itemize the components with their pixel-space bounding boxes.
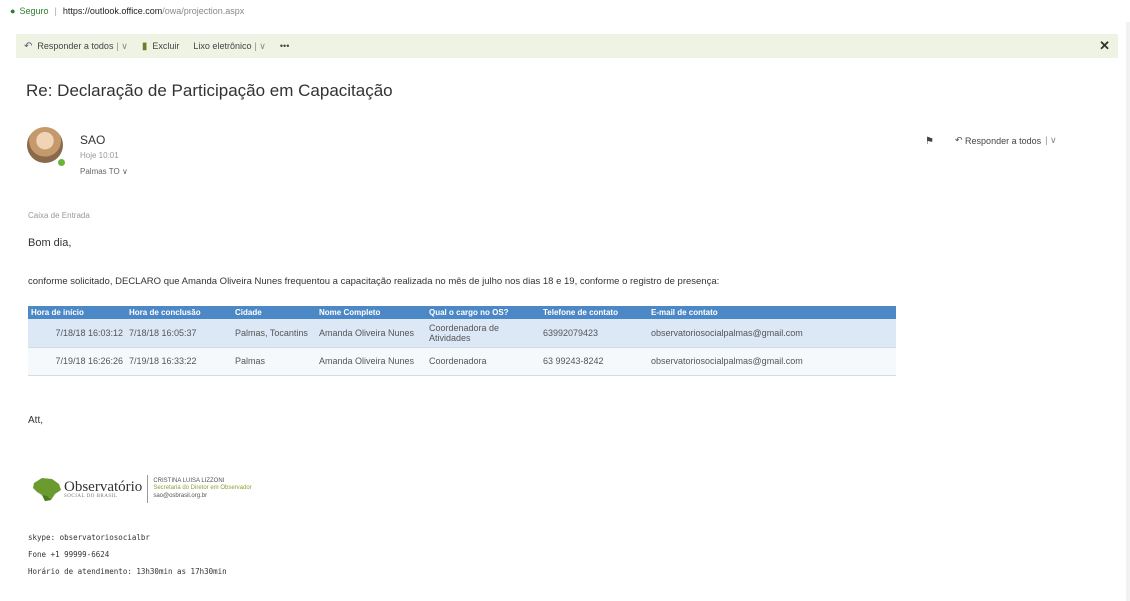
table-header-row: Hora de início Hora de conclusão Cidade … bbox=[28, 306, 896, 319]
signature-info: CRISTINA LUISA LIZZONI Secretaria do Dir… bbox=[153, 478, 251, 501]
close-icon[interactable]: ✕ bbox=[1099, 38, 1110, 54]
brazil-map-icon bbox=[33, 478, 61, 501]
header-phone: Telefone de contato bbox=[540, 306, 648, 319]
scrollbar[interactable] bbox=[1126, 22, 1130, 601]
presence-icon bbox=[57, 158, 66, 167]
table-cell: Palmas, Tocantins bbox=[232, 319, 316, 348]
signature-divider bbox=[147, 475, 149, 503]
address-separator: | bbox=[54, 6, 57, 16]
header-role: Qual o cargo no OS? bbox=[426, 306, 540, 319]
chevron-down-icon[interactable]: ∨ bbox=[122, 167, 128, 176]
signature-hours: Horário de atendimento: 13h30min as 17h3… bbox=[28, 567, 227, 576]
header-city: Cidade bbox=[232, 306, 316, 319]
signature-block: Observatório SOCIAL DO BRASIL CRISTINA L… bbox=[30, 475, 252, 503]
table-cell: Amanda Oliveira Nunes bbox=[316, 319, 426, 348]
table-row: 7/18/18 16:03:12 7/18/18 16:05:37 Palmas… bbox=[28, 319, 896, 348]
chevron-down-icon[interactable]: | ∨ bbox=[254, 41, 265, 52]
signature-skype: skype: observatoriosocialbr bbox=[28, 533, 150, 542]
signature-email[interactable]: sao@osbrasil.org.br bbox=[153, 493, 251, 501]
table-cell: 7/19/18 16:26:26 bbox=[28, 347, 126, 376]
address-bar[interactable]: ● Seguro | https://outlook.office.com/ow… bbox=[0, 0, 1130, 22]
reply-all-message-label: Responder a todos bbox=[965, 135, 1042, 146]
closing-text: Att, bbox=[28, 415, 44, 426]
reply-all-icon: ↶ bbox=[24, 40, 33, 52]
delete-label: Excluir bbox=[152, 41, 180, 51]
flag-icon[interactable]: ⚑ bbox=[925, 136, 934, 147]
table-cell: 7/19/18 16:33:22 bbox=[126, 347, 232, 376]
lock-icon: ● bbox=[10, 6, 16, 16]
reply-all-icon: ↶ bbox=[955, 135, 966, 145]
table-cell: 7/18/18 16:05:37 bbox=[126, 319, 232, 348]
chevron-down-icon[interactable]: | ∨ bbox=[1045, 135, 1056, 146]
table-cell: Coordenadora bbox=[426, 347, 540, 376]
greeting-text: Bom dia, bbox=[28, 237, 72, 249]
signature-role: Secretaria do Diretor em Observador bbox=[153, 485, 252, 492]
chevron-down-icon[interactable]: | ∨ bbox=[116, 41, 127, 52]
table-cell: 63992079423 bbox=[540, 319, 648, 348]
signature-brand: Observatório bbox=[64, 478, 143, 495]
trash-icon: ▮ bbox=[141, 40, 148, 52]
reply-all-message-button[interactable]: ↶ Responder a todos | ∨ bbox=[955, 135, 1057, 146]
signature-logo: Observatório SOCIAL DO BRASIL bbox=[30, 475, 142, 503]
junk-label: Lixo eletrônico bbox=[193, 41, 252, 51]
signature-phone: Fone +1 99999-6624 bbox=[28, 550, 110, 559]
body-text: conforme solicitado, DECLARO que Amanda … bbox=[28, 276, 720, 287]
table-cell: Coordenadora de Atividades bbox=[426, 319, 540, 348]
signature-name: CRISTINA LUISA LIZZONI bbox=[153, 477, 225, 484]
recipient-name[interactable]: Palmas TO bbox=[80, 167, 120, 176]
junk-button[interactable]: Lixo eletrônico | ∨ bbox=[193, 41, 265, 52]
table-cell: observatoriosocialpalmas@gmail.com bbox=[648, 347, 896, 376]
command-bar: ↶ Responder a todos | ∨ ▮ Excluir Lixo e… bbox=[16, 34, 1118, 58]
recipient: Palmas TO ∨ bbox=[80, 167, 128, 176]
url-path: /owa/projection.aspx bbox=[162, 6, 245, 16]
header-end-time: Hora de conclusão bbox=[126, 306, 232, 319]
more-actions-button[interactable]: ••• bbox=[280, 41, 289, 51]
table-cell: observatoriosocialpalmas@gmail.com bbox=[648, 319, 896, 348]
message-date: Hoje 10:01 bbox=[80, 151, 119, 160]
header-start-time: Hora de início bbox=[28, 306, 126, 319]
reply-all-button[interactable]: ↶ Responder a todos | ∨ bbox=[24, 41, 128, 52]
table-row: 7/19/18 16:26:26 7/19/18 16:33:22 Palmas… bbox=[28, 347, 896, 376]
secure-label: Seguro bbox=[19, 6, 49, 16]
reply-all-label: Responder a todos bbox=[37, 41, 114, 51]
avatar[interactable] bbox=[27, 127, 63, 163]
folder-label[interactable]: Caixa de Entrada bbox=[28, 211, 90, 220]
sender-name[interactable]: SAO bbox=[80, 133, 105, 147]
more-icon: ••• bbox=[279, 41, 290, 51]
url-domain: https://outlook.office.com bbox=[62, 6, 163, 16]
delete-button[interactable]: ▮ Excluir bbox=[142, 41, 180, 52]
table-cell: Amanda Oliveira Nunes bbox=[316, 347, 426, 376]
table-cell: Palmas bbox=[232, 347, 316, 376]
header-full-name: Nome Completo bbox=[316, 306, 426, 319]
attendance-table: Hora de início Hora de conclusão Cidade … bbox=[28, 306, 896, 376]
table-cell: 63 99243-8242 bbox=[540, 347, 648, 376]
header-email: E-mail de contato bbox=[648, 306, 896, 319]
message-subject: Re: Declaração de Participação em Capaci… bbox=[26, 81, 393, 100]
table-cell: 7/18/18 16:03:12 bbox=[28, 319, 126, 348]
